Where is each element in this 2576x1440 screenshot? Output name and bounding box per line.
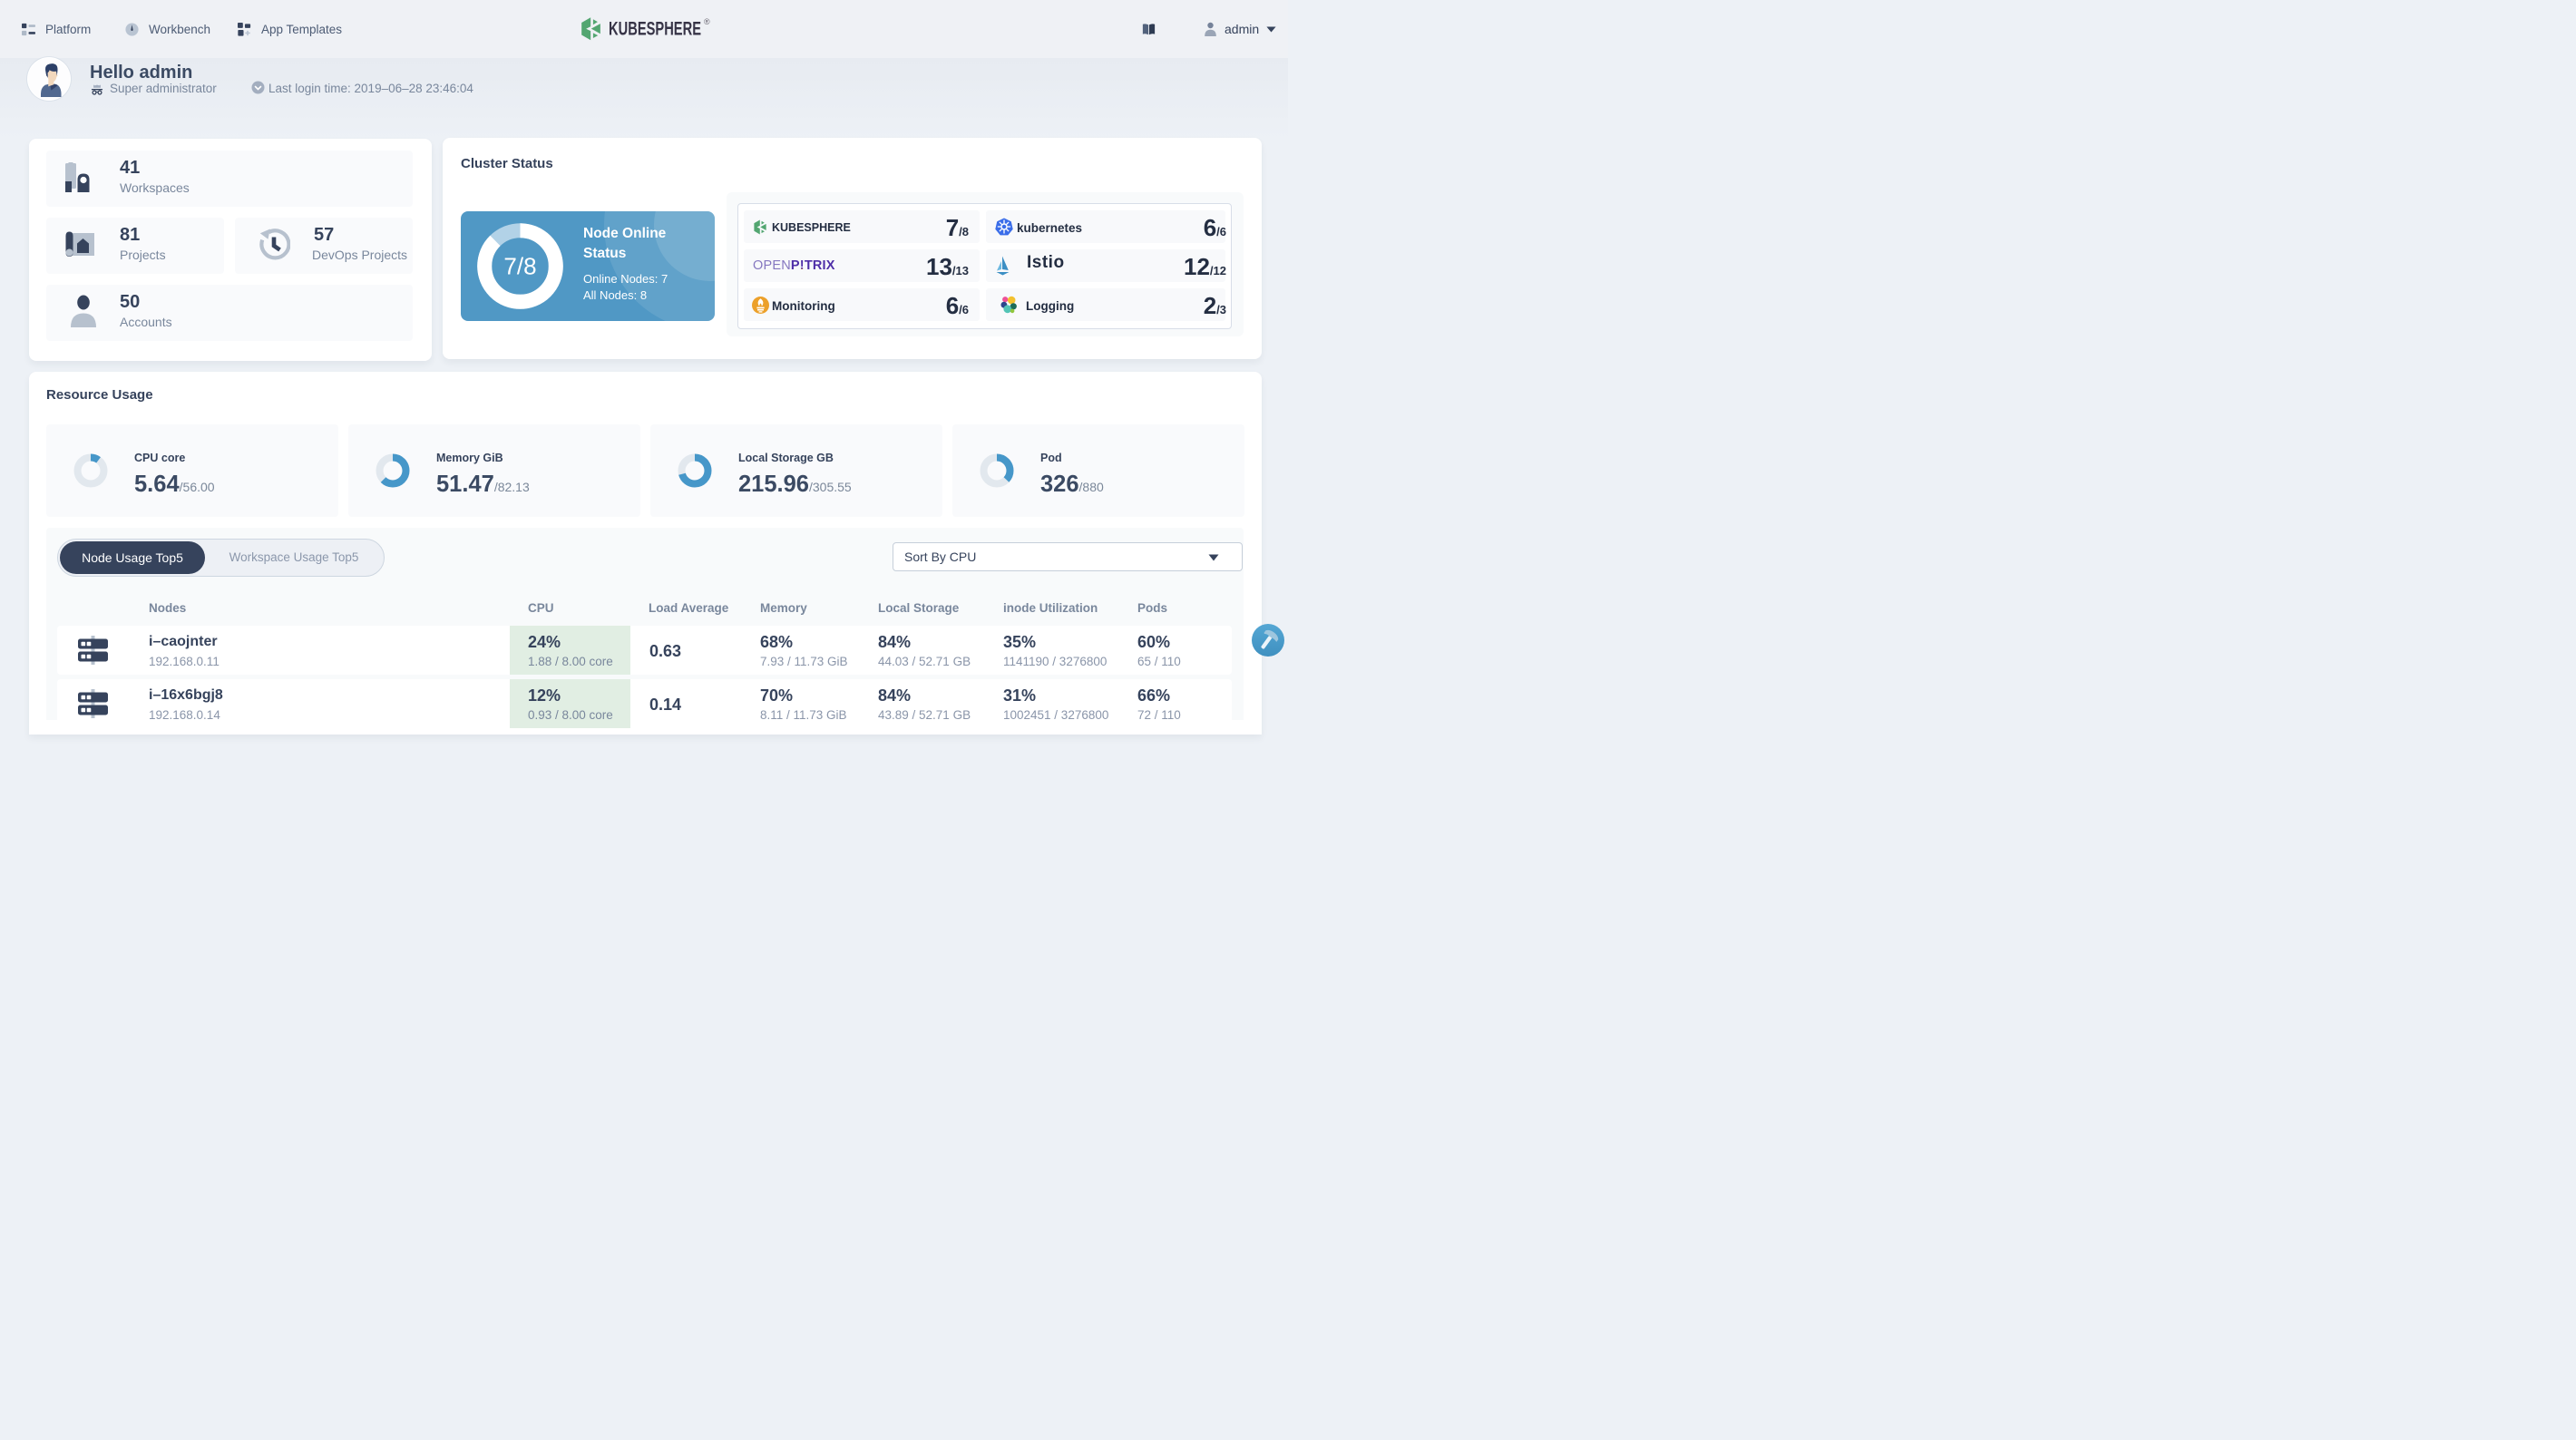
- svg-text:7/8: 7/8: [503, 253, 536, 280]
- svg-text:®: ®: [704, 17, 710, 26]
- svg-text:KUBESPHERE: KUBESPHERE: [609, 19, 701, 40]
